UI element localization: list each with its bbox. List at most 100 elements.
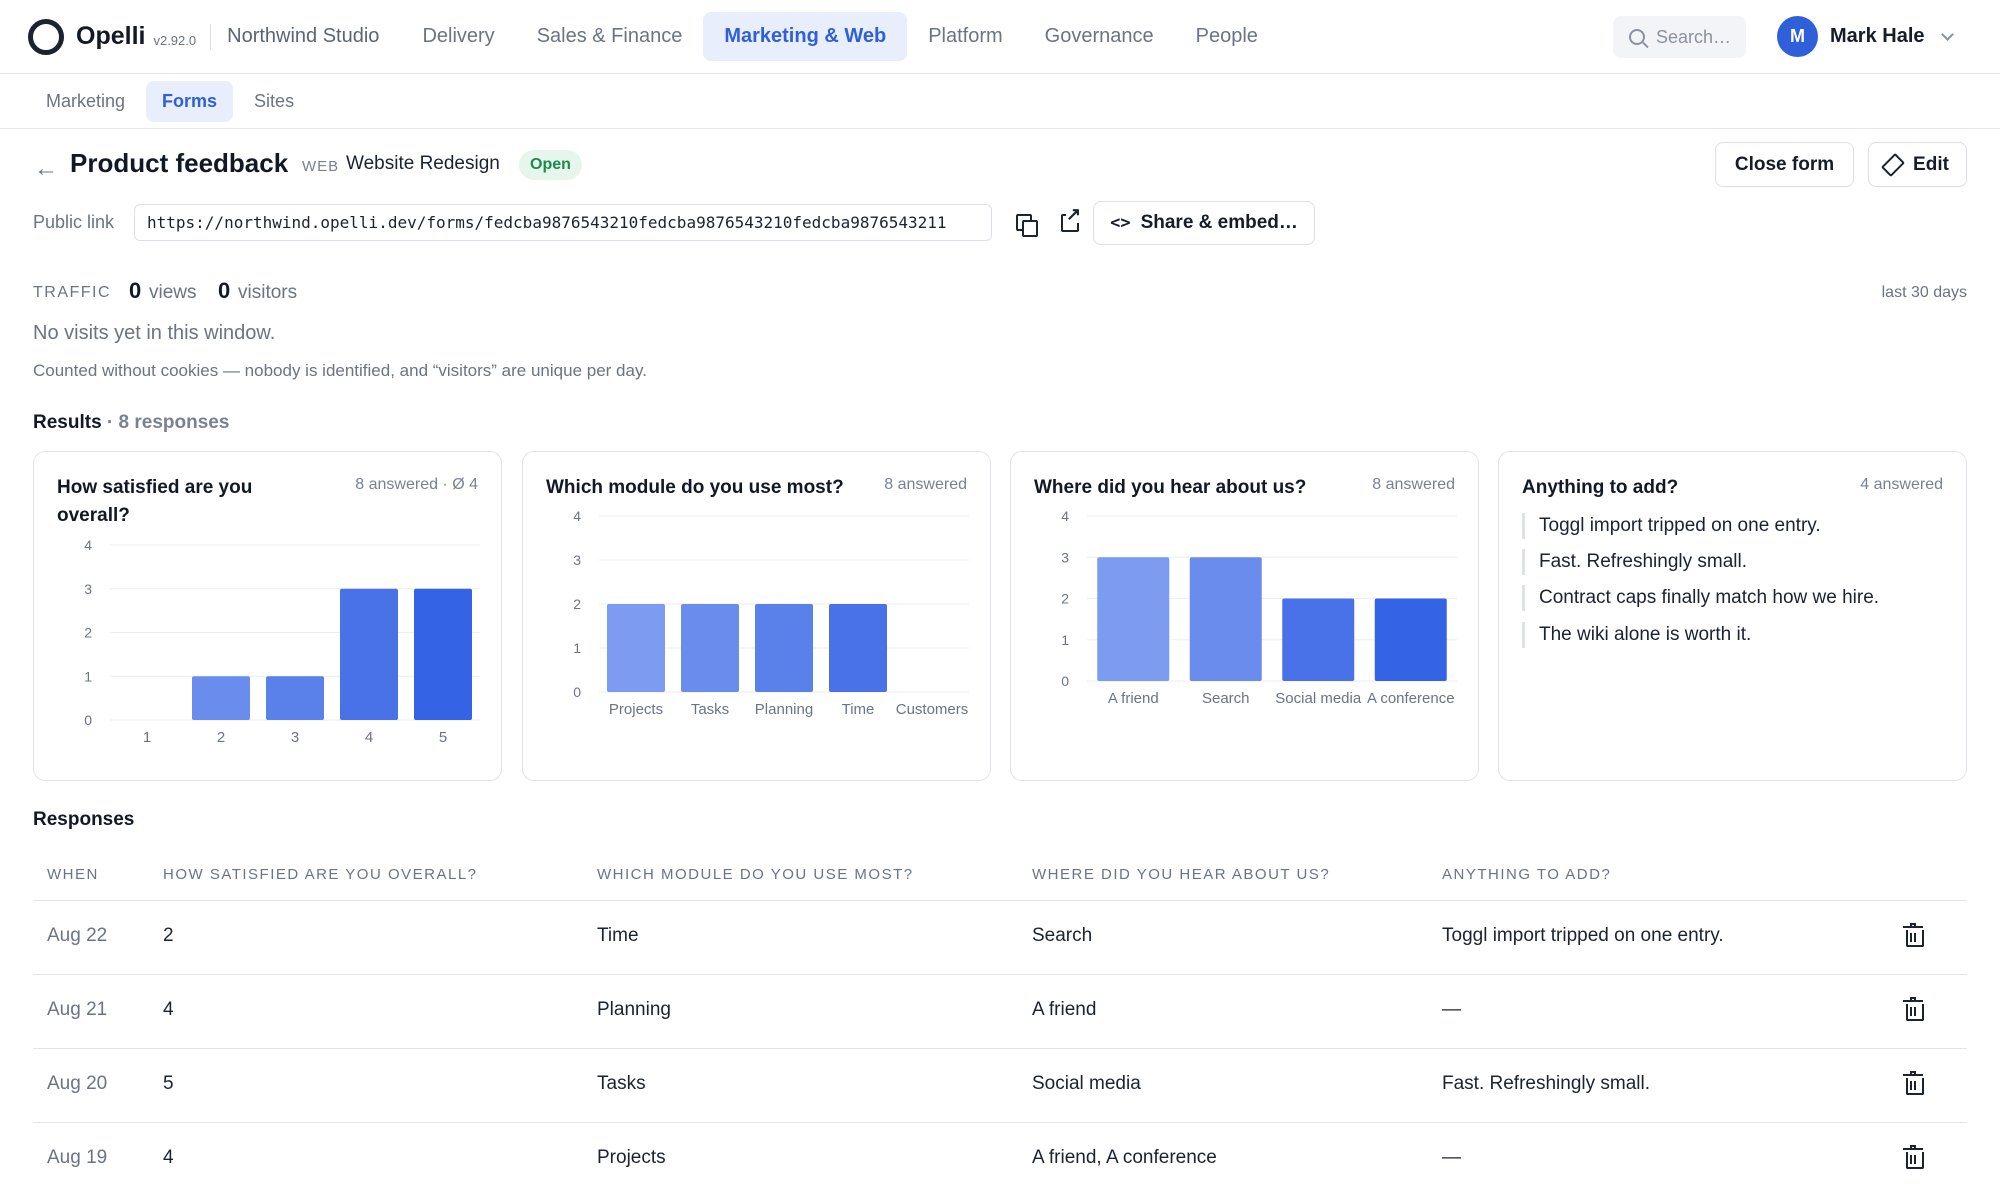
- bar: [607, 604, 665, 692]
- nav-item-platform[interactable]: Platform: [907, 12, 1023, 61]
- cell-module: Tasks: [597, 1073, 646, 1094]
- chart-card-module: Which module do you use most? 8 answered…: [522, 451, 991, 781]
- column-header-source[interactable]: WHERE DID YOU HEAR ABOUT US?: [1032, 866, 1330, 883]
- status-badge: Open: [519, 150, 582, 180]
- bar: [829, 604, 887, 692]
- bar: [1374, 598, 1447, 681]
- trash-icon[interactable]: [1903, 923, 1924, 947]
- comment-item: Contract caps finally match how we hire.: [1522, 585, 1879, 611]
- nav-item-marketing-web[interactable]: Marketing & Web: [703, 12, 908, 61]
- x-tick-label: 1: [143, 729, 151, 746]
- column-header-add[interactable]: ANYTHING TO ADD?: [1442, 866, 1611, 883]
- chevron-down-icon: [1940, 27, 1954, 41]
- public-link-field[interactable]: https://northwind.opelli.dev/forms/fedcb…: [134, 204, 992, 241]
- sub-nav: Marketing Forms Sites: [0, 74, 2000, 129]
- main-nav: Delivery Sales & Finance Marketing & Web…: [401, 12, 1278, 61]
- y-tick-label: 3: [573, 552, 581, 568]
- cell-satisfied: 4: [163, 1147, 174, 1168]
- tab-sites[interactable]: Sites: [238, 81, 310, 122]
- external-link-icon[interactable]: [1061, 205, 1082, 232]
- visitors-unit: visitors: [238, 282, 298, 303]
- bar: [266, 676, 324, 720]
- tab-forms[interactable]: Forms: [146, 80, 234, 122]
- nav-item-sales-finance[interactable]: Sales & Finance: [516, 12, 704, 61]
- search-placeholder: Search…: [1656, 26, 1732, 47]
- cell-add: —: [1442, 999, 1461, 1020]
- y-tick-label: 3: [84, 581, 92, 597]
- y-tick-label: 0: [84, 712, 92, 728]
- y-tick-label: 0: [573, 684, 581, 700]
- cell-source: A friend: [1032, 999, 1097, 1020]
- edit-label: Edit: [1913, 153, 1949, 175]
- views-count: 0: [129, 278, 142, 303]
- chart-card-source: Where did you hear about us? 8 answered …: [1010, 451, 1479, 781]
- y-tick-label: 4: [573, 508, 581, 524]
- table-row[interactable]: Aug 21 4 Planning A friend —: [33, 974, 1967, 1048]
- tab-marketing[interactable]: Marketing: [30, 81, 141, 122]
- trash-icon[interactable]: [1903, 1071, 1924, 1095]
- back-arrow-icon[interactable]: ←: [34, 155, 58, 183]
- cell-when: Aug 20: [47, 1073, 108, 1094]
- workspace-name[interactable]: Northwind Studio: [227, 25, 379, 48]
- table-row[interactable]: Aug 20 5 Tasks Social media Fast. Refres…: [33, 1048, 1967, 1122]
- share-embed-label: Share & embed…: [1140, 212, 1298, 233]
- y-tick-label: 2: [1061, 591, 1069, 607]
- public-link-label: Public link: [33, 212, 115, 232]
- column-header-module[interactable]: WHICH MODULE DO YOU USE MOST?: [597, 866, 914, 883]
- edit-button[interactable]: Edit: [1868, 142, 1967, 187]
- x-tick-label: 4: [365, 729, 373, 746]
- column-header-when[interactable]: WHEN: [47, 866, 99, 883]
- cell-satisfied: 5: [163, 1073, 174, 1094]
- x-tick-label: Time: [842, 701, 875, 718]
- y-tick-label: 4: [84, 537, 92, 553]
- comments-meta: 4 answered: [1860, 476, 1943, 493]
- cell-add: Fast. Refreshingly small.: [1442, 1073, 1651, 1094]
- user-menu[interactable]: M Mark Hale: [1777, 16, 1954, 57]
- y-tick-label: 2: [573, 596, 581, 612]
- cell-module: Projects: [597, 1147, 666, 1168]
- x-tick-label: 3: [291, 729, 299, 746]
- y-tick-label: 0: [1061, 673, 1069, 689]
- project-tag: WEB: [302, 158, 340, 175]
- comment-item: Fast. Refreshingly small.: [1522, 549, 1747, 575]
- share-embed-button[interactable]: <> Share & embed…: [1093, 201, 1315, 245]
- user-name: Mark Hale: [1830, 25, 1925, 47]
- cell-module: Planning: [597, 999, 671, 1020]
- results-label: Results: [33, 412, 102, 433]
- copy-icon[interactable]: [1016, 214, 1038, 237]
- traffic-label: TRAFFIC: [33, 284, 112, 301]
- source-chart: 0 1 2 3 4 A friend Search Social media A confere…: [1061, 508, 1457, 707]
- trash-icon[interactable]: [1903, 1145, 1924, 1169]
- table-row[interactable]: Aug 22 2 Time Search Toggl import trippe…: [33, 900, 1967, 974]
- pencil-icon: [1881, 152, 1906, 177]
- x-tick-label: 2: [217, 729, 225, 746]
- cell-source: Search: [1032, 925, 1093, 946]
- project-link[interactable]: Website Redesign: [346, 153, 500, 175]
- x-tick-label: Social media: [1275, 690, 1362, 707]
- table-row[interactable]: Aug 19 4 Projects A friend, A conference…: [33, 1122, 1967, 1196]
- brand[interactable]: Opelli v2.92.0 Northwind Studio: [28, 18, 379, 55]
- nav-item-governance[interactable]: Governance: [1024, 12, 1175, 61]
- close-form-button[interactable]: Close form: [1715, 142, 1854, 187]
- comment-item: The wiki alone is worth it.: [1522, 622, 1751, 648]
- comments-title: Anything to add?: [1522, 477, 1679, 498]
- chart-card-satisfaction: How satisfied are you overall? 8 answere…: [33, 451, 502, 781]
- code-icon: <>: [1110, 213, 1131, 233]
- trash-icon[interactable]: [1903, 997, 1924, 1021]
- x-tick-label: 5: [439, 729, 447, 746]
- traffic-period: last 30 days: [1881, 284, 1967, 301]
- column-header-satisfied[interactable]: HOW SATISFIED ARE YOU OVERALL?: [163, 866, 478, 883]
- y-tick-label: 2: [84, 625, 92, 641]
- visitors-count: 0: [218, 278, 231, 303]
- cell-when: Aug 21: [47, 999, 108, 1020]
- x-tick-label: Tasks: [691, 701, 729, 718]
- cell-source: Social media: [1032, 1073, 1141, 1094]
- results-heading: Results · 8 responses: [33, 412, 229, 434]
- nav-item-delivery[interactable]: Delivery: [401, 12, 515, 61]
- x-tick-label: Projects: [609, 701, 663, 718]
- nav-item-people[interactable]: People: [1175, 12, 1279, 61]
- search-box[interactable]: Search…: [1613, 16, 1746, 58]
- views-unit: views: [149, 282, 197, 303]
- y-tick-label: 1: [84, 668, 92, 684]
- x-tick-label: Planning: [755, 701, 813, 718]
